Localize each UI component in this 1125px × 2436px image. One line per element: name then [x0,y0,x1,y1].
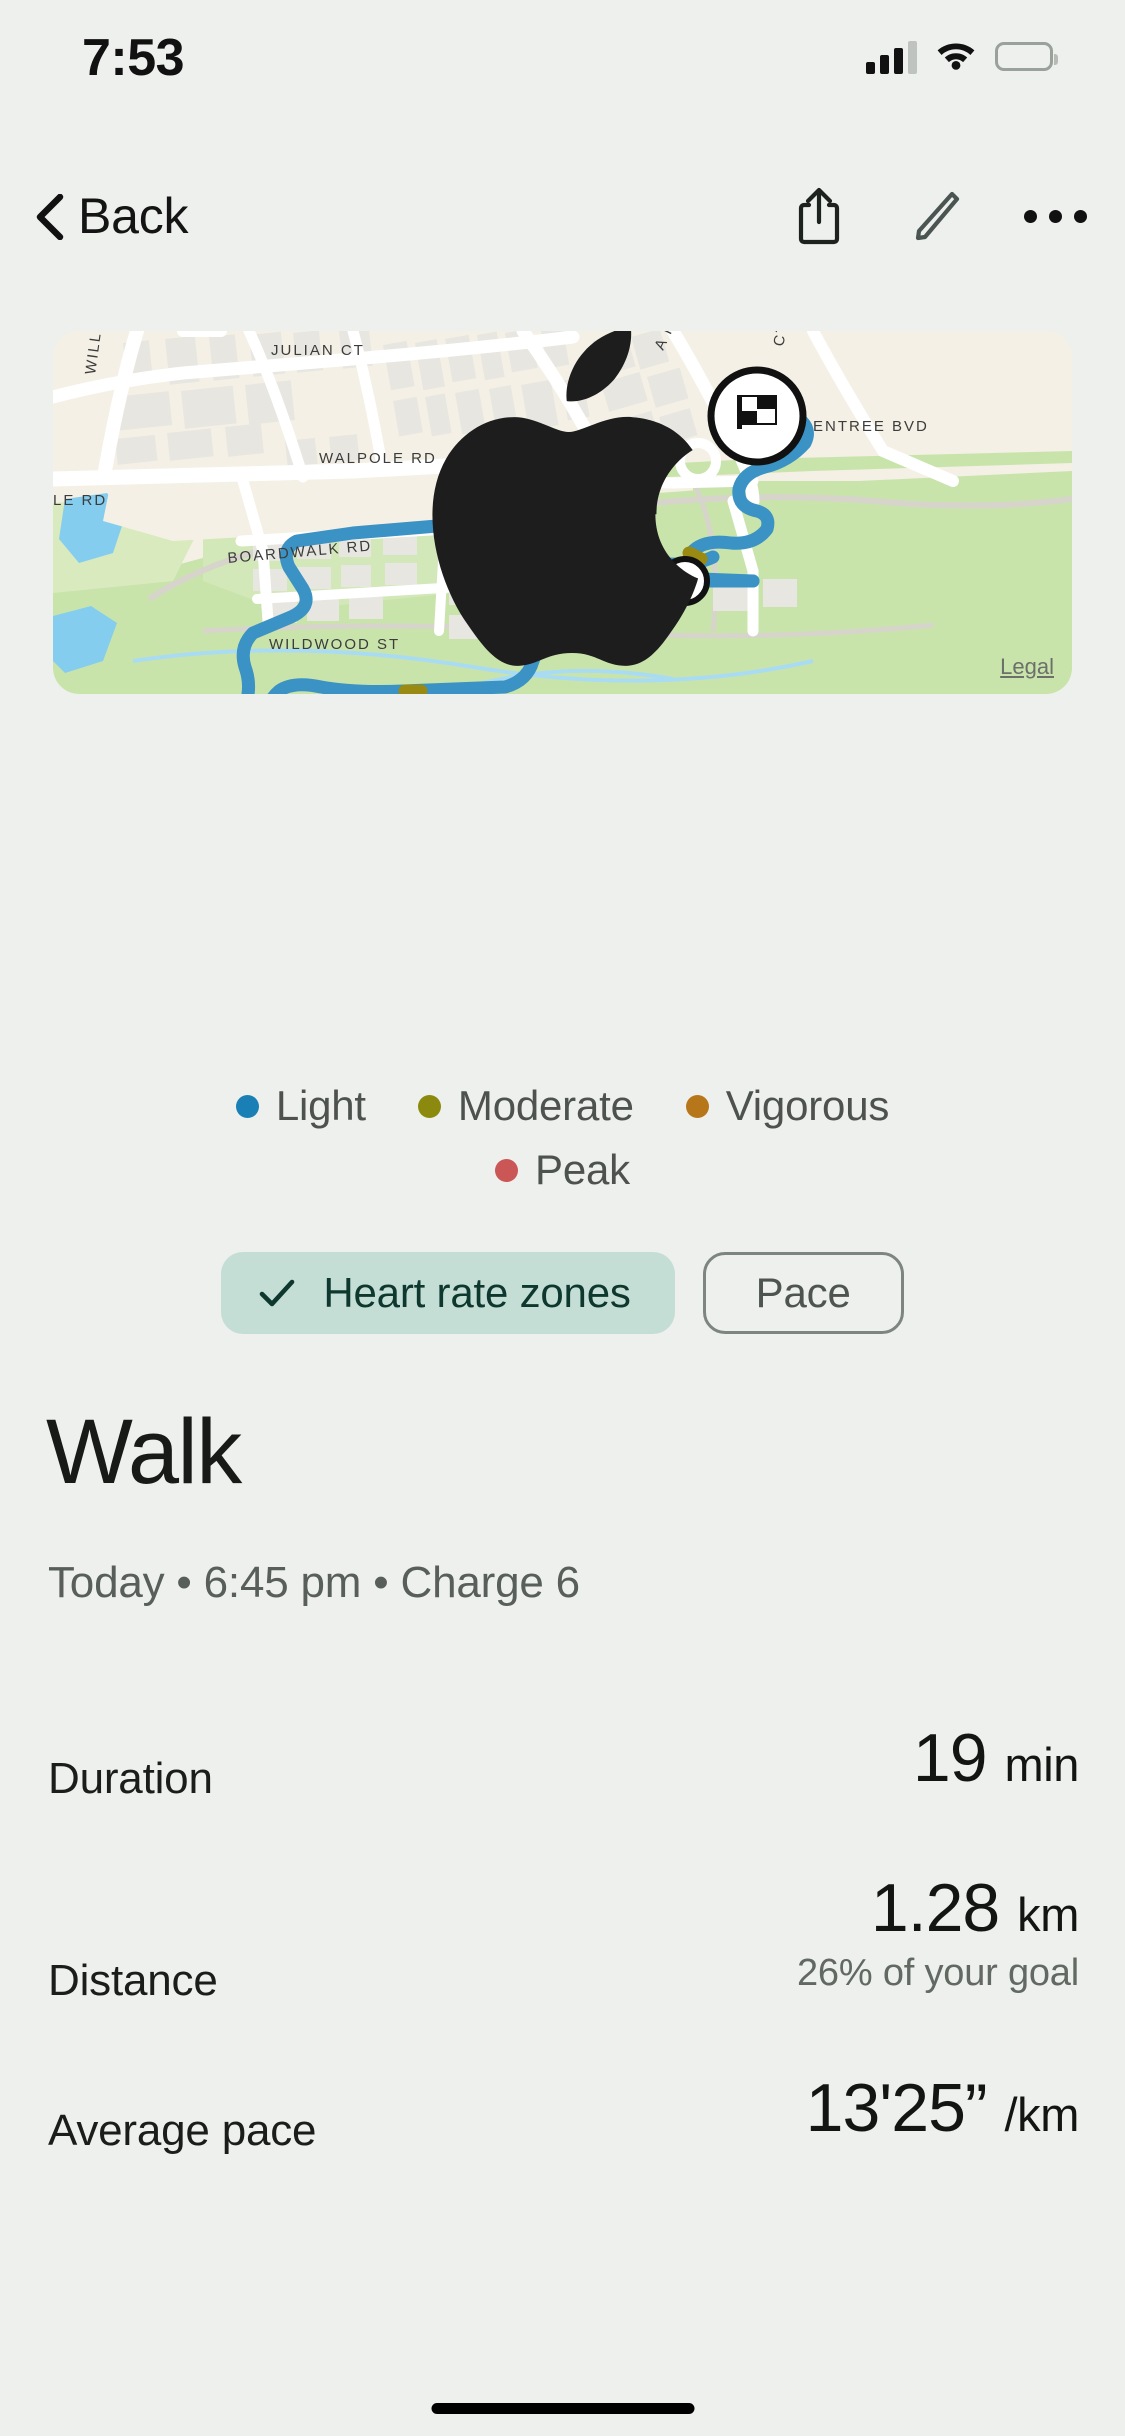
more-horizontal-icon[interactable] [1027,184,1083,248]
legend-dot-vigorous [686,1095,709,1118]
stat-unit-average-pace: /km [1004,2088,1079,2141]
battery-icon [995,42,1053,71]
stat-number-distance: 1.28 [871,1870,999,1946]
status-bar-time: 7:53 [82,28,184,88]
stat-sub-distance: 26% of your goal [797,1952,1079,1995]
legend-item-light: Light [236,1082,366,1130]
stat-right-duration: 19 min [913,1720,1079,1796]
wifi-icon [935,38,977,75]
stat-value-duration: 19 min [913,1720,1079,1796]
stat-row-average-pace[interactable]: Average pace 13'25” /km [0,2070,1125,2220]
map-legal-link[interactable]: Legal [1000,654,1054,680]
map-overlay-toggle-group: Heart rate zones Pace [0,1252,1125,1334]
chip-heart-rate-zones-label: Heart rate zones [323,1269,630,1317]
cellular-bars-icon [866,40,917,74]
stat-right-distance: 1.28 km 26% of your goal [797,1870,1079,1995]
pencil-icon[interactable] [909,184,965,248]
page-title: Walk [46,1406,241,1498]
chip-pace-label: Pace [756,1269,851,1317]
stat-value-average-pace: 13'25” /km [806,2070,1079,2146]
legend-item-peak: Peak [495,1146,630,1194]
workout-detail-screen: 7:53 Back [0,0,1125,2436]
back-button-label: Back [78,187,188,245]
legend-item-moderate: Moderate [418,1082,634,1130]
back-button[interactable]: Back [24,170,198,262]
home-indicator[interactable] [431,2403,694,2414]
legend-row-primary: Light Moderate Vigorous [0,1082,1125,1130]
stat-right-average-pace: 13'25” /km [806,2070,1079,2146]
legend-dot-light [236,1095,259,1118]
legend-label-light: Light [276,1082,366,1130]
status-bar-icons [866,38,1053,75]
apple-logo-icon [69,331,1072,684]
check-icon [257,1273,297,1313]
legend-dot-peak [495,1159,518,1182]
stat-unit-duration: min [1004,1738,1079,1791]
route-map[interactable]: WILLOW JULIAN CT A RD CT ENTREE BVD WALP… [53,331,1072,694]
stat-value-distance: 1.28 km [797,1870,1079,1946]
chip-pace[interactable]: Pace [703,1252,904,1334]
stat-row-duration[interactable]: Duration 19 min [0,1720,1125,1870]
stats-list: Duration 19 min Distance 1.28 km 26% of … [0,1720,1125,2220]
legend-row-secondary: Peak [0,1146,1125,1194]
stat-label-average-pace: Average pace [48,2070,316,2156]
stat-label-distance: Distance [48,1870,218,2006]
legend-item-vigorous: Vigorous [686,1082,889,1130]
legend-label-peak: Peak [535,1146,630,1194]
legend-label-moderate: Moderate [458,1082,634,1130]
share-icon[interactable] [791,184,847,248]
workout-subtitle: Today • 6:45 pm • Charge 6 [48,1558,580,1608]
legend-label-vigorous: Vigorous [726,1082,889,1130]
stat-label-duration: Duration [48,1720,213,1804]
stat-row-distance[interactable]: Distance 1.28 km 26% of your goal [0,1870,1125,2070]
stat-number-average-pace: 13'25” [806,2070,987,2146]
stat-unit-distance: km [1017,1888,1079,1941]
status-bar: 7:53 [0,0,1125,120]
heart-rate-zone-legend: Light Moderate Vigorous Peak [0,1082,1125,1194]
legend-dot-moderate [418,1095,441,1118]
navigation-bar: Back [0,170,1125,262]
nav-actions [791,170,1083,262]
chip-heart-rate-zones[interactable]: Heart rate zones [221,1252,674,1334]
stat-number-duration: 19 [913,1720,987,1796]
chevron-left-icon [34,194,64,238]
apple-maps-attribution: Maps [69,331,1072,684]
